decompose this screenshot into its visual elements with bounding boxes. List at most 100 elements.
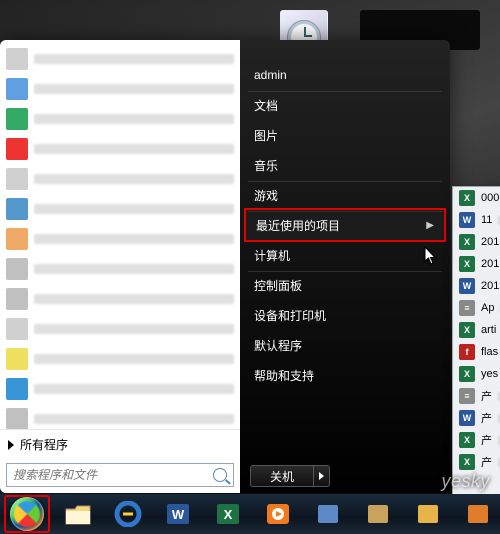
recent-item[interactable]: X000 xyxy=(453,187,500,209)
right-pane-item[interactable]: 设备和打印机 xyxy=(240,300,450,330)
recent-item[interactable]: W产 xyxy=(453,407,500,429)
right-pane-item[interactable]: admin xyxy=(240,60,450,90)
right-pane-item[interactable]: 游戏 xyxy=(240,180,450,210)
taskbar-button-word[interactable]: W xyxy=(156,497,200,531)
program-icon xyxy=(6,108,28,130)
all-programs-button[interactable]: 所有程序 xyxy=(0,429,240,459)
recent-item[interactable]: Xyes xyxy=(453,363,500,385)
taskbar: WX xyxy=(0,494,500,534)
pinned-program-item[interactable] xyxy=(0,194,240,224)
start-right-pane: admin 文档图片音乐游戏最近使用的项目▶计算机控制面板设备和打印机默认程序帮助… xyxy=(240,40,450,493)
shutdown-button[interactable]: 关机 xyxy=(250,465,330,487)
xls-file-icon: X xyxy=(459,454,475,470)
recent-item-prefix: 201 xyxy=(481,236,499,248)
recent-item[interactable]: ≡产 xyxy=(453,385,500,407)
chevron-right-icon xyxy=(319,472,324,480)
right-pane-item[interactable]: 图片 xyxy=(240,120,450,150)
excel-icon: X xyxy=(214,501,242,527)
right-pane-item[interactable]: 控制面板 xyxy=(240,270,450,300)
txt-file-icon: ≡ xyxy=(459,388,475,404)
recent-item-prefix: yes xyxy=(481,368,498,380)
taskbar-button-explorer[interactable] xyxy=(56,497,100,531)
search-input[interactable] xyxy=(13,468,207,482)
all-programs-label: 所有程序 xyxy=(20,436,68,453)
mouse-cursor xyxy=(424,246,438,266)
right-pane-item[interactable]: 文档 xyxy=(240,90,450,120)
right-pane-item[interactable]: 帮助和支持 xyxy=(240,360,450,390)
taskbar-button-app2[interactable] xyxy=(356,497,400,531)
taskbar-button-mediaplayer[interactable] xyxy=(256,497,300,531)
svg-text:W: W xyxy=(172,507,185,522)
taskbar-button-app3[interactable] xyxy=(406,497,450,531)
right-pane-item[interactable]: 默认程序 xyxy=(240,330,450,360)
pinned-program-item[interactable] xyxy=(0,44,240,74)
txt-file-icon: ≡ xyxy=(459,300,475,316)
pinned-program-item[interactable] xyxy=(0,344,240,374)
pinned-program-item[interactable] xyxy=(0,134,240,164)
program-label-blurred xyxy=(34,354,234,364)
right-pane-item[interactable]: 计算机 xyxy=(240,240,450,270)
program-icon xyxy=(6,228,28,250)
right-pane-label: admin xyxy=(254,68,287,82)
pinned-program-item[interactable] xyxy=(0,284,240,314)
pinned-program-item[interactable] xyxy=(0,314,240,344)
xls-file-icon: X xyxy=(459,234,475,250)
right-pane-label: 设备和打印机 xyxy=(254,307,326,324)
pinned-program-item[interactable] xyxy=(0,404,240,429)
explorer-icon xyxy=(64,501,92,527)
recent-item[interactable]: fflas xyxy=(453,341,500,363)
recent-item[interactable]: X产 xyxy=(453,429,500,451)
doc-file-icon: W xyxy=(459,212,475,228)
right-pane-item[interactable]: 最近使用的项目▶ xyxy=(240,210,450,240)
recent-item[interactable]: X产 xyxy=(453,451,500,473)
xls-file-icon: X xyxy=(459,256,475,272)
pinned-program-item[interactable] xyxy=(0,224,240,254)
xls-file-icon: X xyxy=(459,322,475,338)
taskbar-button-excel[interactable]: X xyxy=(206,497,250,531)
recent-items-highlight[interactable]: 最近使用的项目▶ xyxy=(244,208,446,242)
start-button-highlight xyxy=(4,495,50,533)
right-pane-item[interactable]: 音乐 xyxy=(240,150,450,180)
program-label-blurred xyxy=(34,384,234,394)
ie-icon xyxy=(114,501,142,527)
search-box[interactable] xyxy=(6,463,234,487)
right-pane-label: 帮助和支持 xyxy=(254,367,314,384)
recent-item-prefix: 11 xyxy=(481,214,492,226)
xls-file-icon: X xyxy=(459,432,475,448)
program-icon xyxy=(6,78,28,100)
app1-icon xyxy=(314,501,342,527)
recent-item[interactable]: W 11 xyxy=(453,209,500,231)
taskbar-button-app1[interactable] xyxy=(306,497,350,531)
recent-item-prefix: 201 xyxy=(481,280,499,292)
program-icon xyxy=(6,258,28,280)
program-label-blurred xyxy=(34,234,234,244)
recent-item-prefix: 产 xyxy=(481,388,492,404)
svg-text:X: X xyxy=(224,507,233,522)
pinned-program-item[interactable] xyxy=(0,164,240,194)
start-button[interactable] xyxy=(10,497,44,531)
word-icon: W xyxy=(164,501,192,527)
recent-item[interactable]: Xarti xyxy=(453,319,500,341)
doc-file-icon: W xyxy=(459,410,475,426)
taskbar-button-ie[interactable] xyxy=(106,497,150,531)
recent-item[interactable]: W201 xyxy=(453,275,500,297)
xls-file-icon: X xyxy=(459,190,475,206)
pinned-program-item[interactable] xyxy=(0,104,240,134)
pinned-program-item[interactable] xyxy=(0,374,240,404)
program-label-blurred xyxy=(34,114,234,124)
mediaplayer-icon xyxy=(264,501,292,527)
app4-icon xyxy=(464,501,492,527)
taskbar-button-app4[interactable] xyxy=(456,497,500,531)
program-label-blurred xyxy=(34,294,234,304)
start-left-pane: 所有程序 xyxy=(0,40,240,493)
right-pane-label: 文档 xyxy=(254,97,278,114)
program-icon xyxy=(6,168,28,190)
recent-item[interactable]: X201 xyxy=(453,253,500,275)
program-label-blurred xyxy=(34,144,234,154)
pinned-program-item[interactable] xyxy=(0,74,240,104)
recent-item[interactable]: X 201 xyxy=(453,231,500,253)
recent-item[interactable]: ≡Ap xyxy=(453,297,500,319)
pinned-program-item[interactable] xyxy=(0,254,240,284)
program-icon xyxy=(6,378,28,400)
shutdown-options-button[interactable] xyxy=(313,466,329,486)
